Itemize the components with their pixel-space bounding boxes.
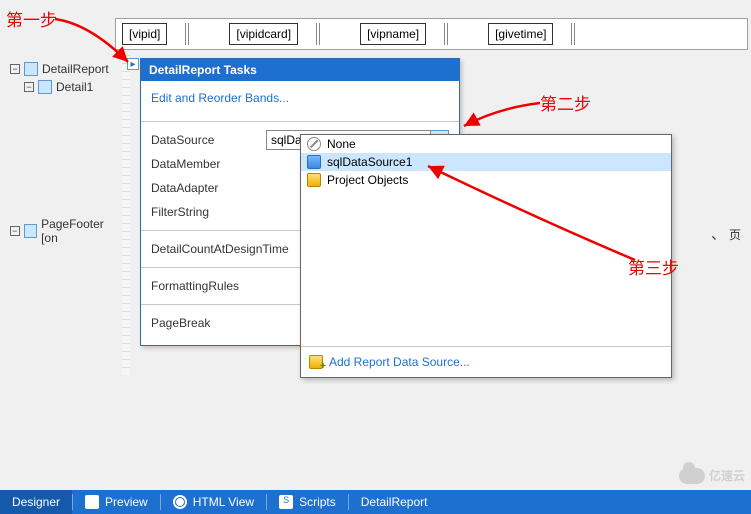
cell-givetime-text: [givetime]: [495, 27, 546, 41]
ds-dropdown-footer: Add Report Data Source...: [301, 346, 671, 377]
tab-scripts[interactable]: Scripts: [267, 490, 348, 514]
watermark-text: 亿速云: [709, 467, 745, 484]
breadcrumb-detailreport[interactable]: DetailReport: [349, 490, 440, 514]
tree-label-detail1: Detail1: [56, 80, 93, 94]
truncated-right-text: 、 页: [711, 224, 741, 244]
tasks-title: DetailReport Tasks: [141, 59, 459, 81]
expander-icon[interactable]: −: [10, 226, 20, 236]
callout-step3: 第三步: [628, 254, 679, 279]
label-formattingrules: FormattingRules: [151, 279, 291, 293]
project-objects-icon: [307, 173, 321, 187]
ds-option-none-label: None: [327, 137, 356, 151]
band-icon: [24, 62, 38, 76]
tree-label-detailreport: DetailReport: [42, 62, 109, 76]
datasource-dropdown: None sqlDataSource1 Project Objects Add …: [300, 134, 672, 378]
cell-vipid[interactable]: [vipid]: [122, 23, 167, 45]
cell-vipname-text: [vipname]: [367, 27, 419, 41]
ds-option-project-objects[interactable]: Project Objects: [301, 171, 671, 189]
callout-step2: 第二步: [540, 90, 591, 115]
callout-step1: 第一步: [6, 6, 57, 31]
none-icon: [307, 137, 321, 151]
vertical-ruler: [122, 55, 130, 375]
scripts-icon: [279, 495, 293, 509]
ds-option-none[interactable]: None: [301, 135, 671, 153]
tree-label-pagefooter: PageFooter [on: [41, 217, 120, 245]
band-icon: [38, 80, 52, 94]
preview-icon: [85, 495, 99, 509]
tab-designer[interactable]: Designer: [0, 490, 72, 514]
label-datasource: DataSource: [151, 133, 266, 147]
add-report-datasource-link[interactable]: Add Report Data Source...: [329, 355, 470, 369]
bottom-tab-bar: Designer Preview HTML View Scripts Detai…: [0, 490, 751, 514]
cell-vipidcard[interactable]: [vipidcard]: [229, 23, 298, 45]
html-view-icon: [173, 495, 187, 509]
label-detailcount: DetailCountAtDesignTime: [151, 242, 289, 256]
label-dataadapter: DataAdapter: [151, 181, 291, 195]
cell-vipid-text: [vipid]: [129, 27, 160, 41]
ds-option-sqldatasource1[interactable]: sqlDataSource1: [301, 153, 671, 171]
cloud-icon: [679, 468, 705, 484]
database-icon: [307, 155, 321, 169]
tree-node-detailreport[interactable]: − DetailReport: [10, 60, 120, 78]
cell-vipname[interactable]: [vipname]: [360, 23, 426, 45]
ds-option-project-objects-label: Project Objects: [327, 173, 408, 187]
expander-icon[interactable]: −: [10, 64, 20, 74]
tab-designer-label: Designer: [12, 495, 60, 509]
watermark: 亿速云: [679, 467, 745, 484]
tab-scripts-label: Scripts: [299, 495, 336, 509]
tree-node-detail1[interactable]: − Detail1: [24, 78, 120, 96]
smart-tag-glyph[interactable]: ▸: [127, 58, 139, 70]
band-icon: [24, 224, 37, 238]
ds-option-sqldatasource1-label: sqlDataSource1: [327, 155, 412, 169]
label-pagebreak: PageBreak: [151, 316, 291, 330]
tab-html-view-label: HTML View: [193, 495, 254, 509]
report-tree: − DetailReport − Detail1 − PageFooter [o…: [10, 60, 120, 240]
cell-givetime[interactable]: [givetime]: [488, 23, 553, 45]
expander-icon[interactable]: −: [24, 82, 34, 92]
tree-node-pagefooter[interactable]: − PageFooter [on: [10, 222, 120, 240]
breadcrumb-label: DetailReport: [361, 495, 428, 509]
design-surface: [vipid] [vipidcard] [vipname] [givetime]: [115, 18, 748, 50]
arrow-step2: [458, 98, 548, 138]
tab-preview-label: Preview: [105, 495, 148, 509]
label-datamember: DataMember: [151, 157, 291, 171]
cell-sizer[interactable]: [571, 23, 575, 45]
label-filterstring: FilterString: [151, 205, 291, 219]
edit-bands-link[interactable]: Edit and Reorder Bands...: [151, 91, 289, 105]
cell-vipidcard-text: [vipidcard]: [236, 27, 291, 41]
tab-preview[interactable]: Preview: [73, 490, 160, 514]
tab-html-view[interactable]: HTML View: [161, 490, 266, 514]
add-datasource-icon: [309, 355, 323, 369]
